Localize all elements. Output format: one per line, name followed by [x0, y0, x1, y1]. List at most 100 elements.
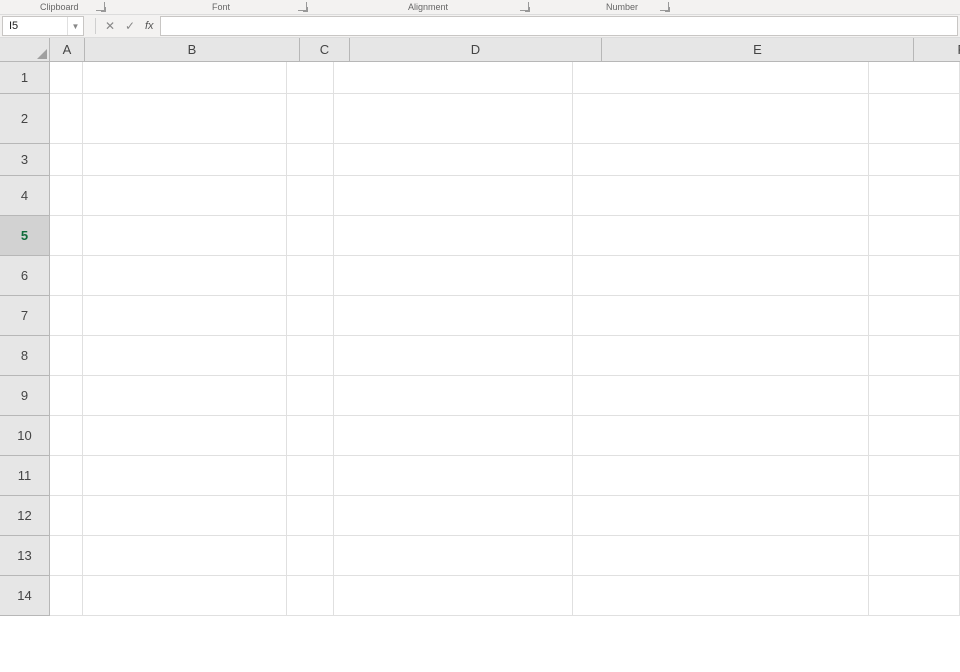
cell[interactable]	[287, 62, 334, 94]
col-header-A[interactable]: A	[50, 38, 85, 62]
cell[interactable]	[287, 456, 334, 496]
cell[interactable]	[50, 576, 83, 616]
cell[interactable]	[869, 216, 960, 256]
cell[interactable]	[83, 256, 287, 296]
cell[interactable]	[869, 376, 960, 416]
cell[interactable]	[287, 376, 334, 416]
cell[interactable]	[334, 256, 573, 296]
row-header-8[interactable]: 8	[0, 336, 50, 376]
row-header-14[interactable]: 14	[0, 576, 50, 616]
cell[interactable]	[869, 296, 960, 336]
row-header-5[interactable]: 5	[0, 216, 50, 256]
cell[interactable]	[50, 144, 83, 176]
cell[interactable]	[573, 256, 869, 296]
cell[interactable]	[334, 62, 573, 94]
formula-input[interactable]	[160, 16, 958, 36]
cell[interactable]	[287, 216, 334, 256]
cell[interactable]	[83, 62, 287, 94]
col-header-C[interactable]: C	[300, 38, 350, 62]
cell[interactable]	[573, 416, 869, 456]
cell[interactable]	[573, 576, 869, 616]
cell[interactable]	[287, 496, 334, 536]
cell[interactable]	[869, 256, 960, 296]
col-header-D[interactable]: D	[350, 38, 602, 62]
cell[interactable]	[50, 94, 83, 144]
cell[interactable]	[334, 376, 573, 416]
cell[interactable]	[573, 94, 869, 144]
cell[interactable]	[573, 376, 869, 416]
cell[interactable]	[83, 376, 287, 416]
col-header-E[interactable]: E	[602, 38, 914, 62]
cell[interactable]	[50, 62, 83, 94]
cell[interactable]	[287, 94, 334, 144]
cell[interactable]	[334, 456, 573, 496]
launcher-number[interactable]	[660, 2, 669, 11]
cell[interactable]	[83, 94, 287, 144]
cell[interactable]	[287, 536, 334, 576]
cell[interactable]	[573, 216, 869, 256]
cell[interactable]	[573, 176, 869, 216]
cell[interactable]	[287, 336, 334, 376]
name-box-dropdown[interactable]: ▼	[67, 17, 83, 35]
row-header-6[interactable]: 6	[0, 256, 50, 296]
cell[interactable]	[83, 216, 287, 256]
cell[interactable]	[334, 144, 573, 176]
cell[interactable]	[573, 144, 869, 176]
row-header-4[interactable]: 4	[0, 176, 50, 216]
cell[interactable]	[869, 536, 960, 576]
cell[interactable]	[50, 336, 83, 376]
row-header-9[interactable]: 9	[0, 376, 50, 416]
cell[interactable]	[573, 296, 869, 336]
cell[interactable]	[83, 336, 287, 376]
cell[interactable]	[573, 496, 869, 536]
cell[interactable]	[83, 144, 287, 176]
row-header-1[interactable]: 1	[0, 62, 50, 94]
cell[interactable]	[50, 376, 83, 416]
cell[interactable]	[287, 144, 334, 176]
cell[interactable]	[287, 416, 334, 456]
cell[interactable]	[334, 216, 573, 256]
cell[interactable]	[869, 144, 960, 176]
col-header-F[interactable]: F	[914, 38, 960, 62]
cancel-icon[interactable]: ✕	[101, 17, 119, 35]
col-header-B[interactable]: B	[85, 38, 300, 62]
row-header-2[interactable]: 2	[0, 94, 50, 144]
cell[interactable]	[869, 576, 960, 616]
launcher-font[interactable]	[298, 2, 307, 11]
cell[interactable]	[869, 456, 960, 496]
cell[interactable]	[50, 216, 83, 256]
cell[interactable]	[869, 496, 960, 536]
row-header-12[interactable]: 12	[0, 496, 50, 536]
cell[interactable]	[83, 296, 287, 336]
cell[interactable]	[334, 176, 573, 216]
row-header-7[interactable]: 7	[0, 296, 50, 336]
row-header-11[interactable]: 11	[0, 456, 50, 496]
cell[interactable]	[869, 336, 960, 376]
fx-icon[interactable]: fx	[145, 20, 154, 32]
cell[interactable]	[334, 536, 573, 576]
cell[interactable]	[334, 94, 573, 144]
row-header-3[interactable]: 3	[0, 144, 50, 176]
row-header-10[interactable]: 10	[0, 416, 50, 456]
cell[interactable]	[50, 176, 83, 216]
cell[interactable]	[287, 576, 334, 616]
cell[interactable]	[50, 256, 83, 296]
row-header-13[interactable]: 13	[0, 536, 50, 576]
cell[interactable]	[50, 416, 83, 456]
cell[interactable]	[573, 456, 869, 496]
cell[interactable]	[287, 296, 334, 336]
launcher-clipboard[interactable]	[96, 2, 105, 11]
cell[interactable]	[83, 456, 287, 496]
cell[interactable]	[83, 496, 287, 536]
cell[interactable]	[83, 176, 287, 216]
cell[interactable]	[83, 576, 287, 616]
cell[interactable]	[334, 336, 573, 376]
cell[interactable]	[869, 94, 960, 144]
cell[interactable]	[50, 296, 83, 336]
cell[interactable]	[573, 336, 869, 376]
cell[interactable]	[50, 496, 83, 536]
cell[interactable]	[573, 62, 869, 94]
cell[interactable]	[334, 296, 573, 336]
cell[interactable]	[50, 536, 83, 576]
cell[interactable]	[334, 416, 573, 456]
